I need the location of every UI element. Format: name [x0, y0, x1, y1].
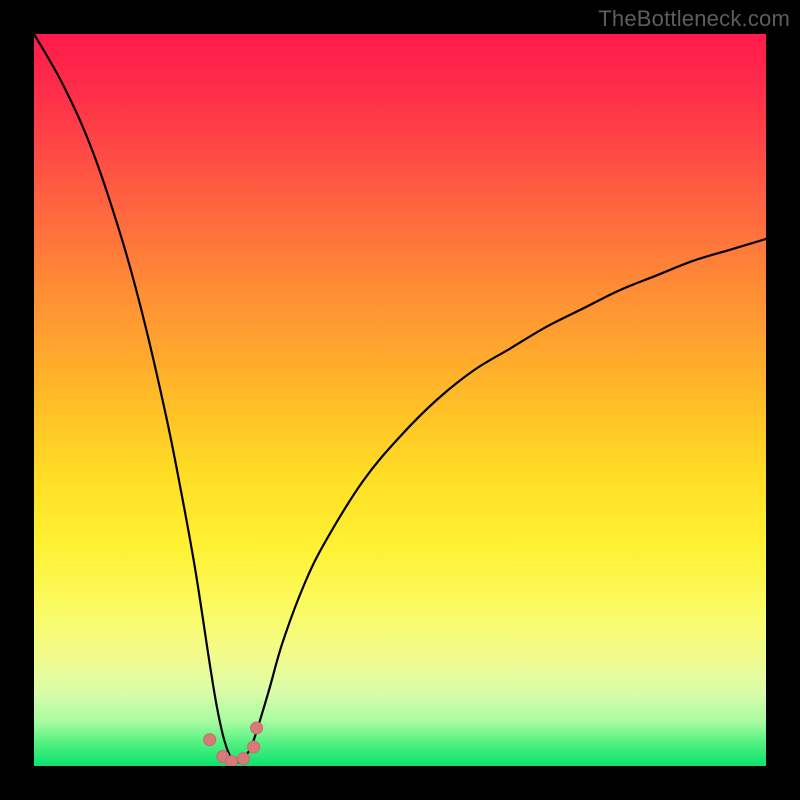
watermark-text: TheBottleneck.com	[598, 6, 790, 32]
chart-frame: TheBottleneck.com	[0, 0, 800, 800]
plot-gradient-background	[34, 34, 766, 766]
